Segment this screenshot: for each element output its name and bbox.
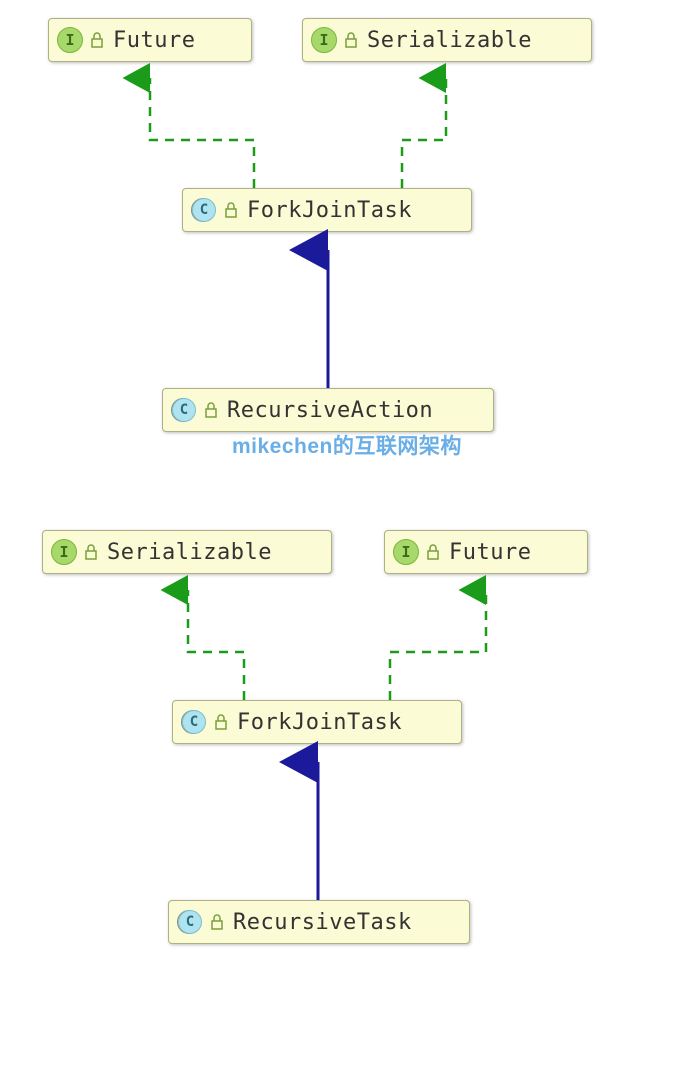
- node-recursiveaction: C RecursiveAction: [162, 388, 494, 432]
- class-icon: C: [171, 397, 197, 423]
- node-recursivetask: C RecursiveTask: [168, 900, 470, 944]
- node-label: Future: [449, 540, 531, 565]
- lock-icon: [83, 543, 99, 561]
- lock-icon: [209, 913, 225, 931]
- interface-icon: I: [311, 27, 337, 53]
- node-future-bottom: I Future: [384, 530, 588, 574]
- node-label: Serializable: [107, 540, 272, 565]
- lock-icon: [223, 201, 239, 219]
- node-forkjointask-bottom: C ForkJoinTask: [172, 700, 462, 744]
- lock-icon: [213, 713, 229, 731]
- class-icon: C: [177, 909, 203, 935]
- lock-icon: [203, 401, 219, 419]
- node-label: Serializable: [367, 28, 532, 53]
- node-label: Future: [113, 28, 195, 53]
- watermark-text: mikechen的互联网架构: [232, 430, 462, 460]
- node-label: RecursiveAction: [227, 398, 433, 423]
- interface-icon: I: [393, 539, 419, 565]
- node-future-top: I Future: [48, 18, 252, 62]
- node-label: ForkJoinTask: [237, 710, 402, 735]
- implements-arrow: [0, 0, 682, 760]
- class-icon: C: [191, 197, 217, 223]
- interface-icon: I: [57, 27, 83, 53]
- lock-icon: [425, 543, 441, 561]
- node-forkjointask-top: C ForkJoinTask: [182, 188, 472, 232]
- node-serializable-bottom: I Serializable: [42, 530, 332, 574]
- node-label: ForkJoinTask: [247, 198, 412, 223]
- lock-icon: [343, 31, 359, 49]
- interface-icon: I: [51, 539, 77, 565]
- class-icon: C: [181, 709, 207, 735]
- node-serializable-top: I Serializable: [302, 18, 592, 62]
- extends-arrow: [0, 0, 682, 940]
- node-label: RecursiveTask: [233, 910, 412, 935]
- lock-icon: [89, 31, 105, 49]
